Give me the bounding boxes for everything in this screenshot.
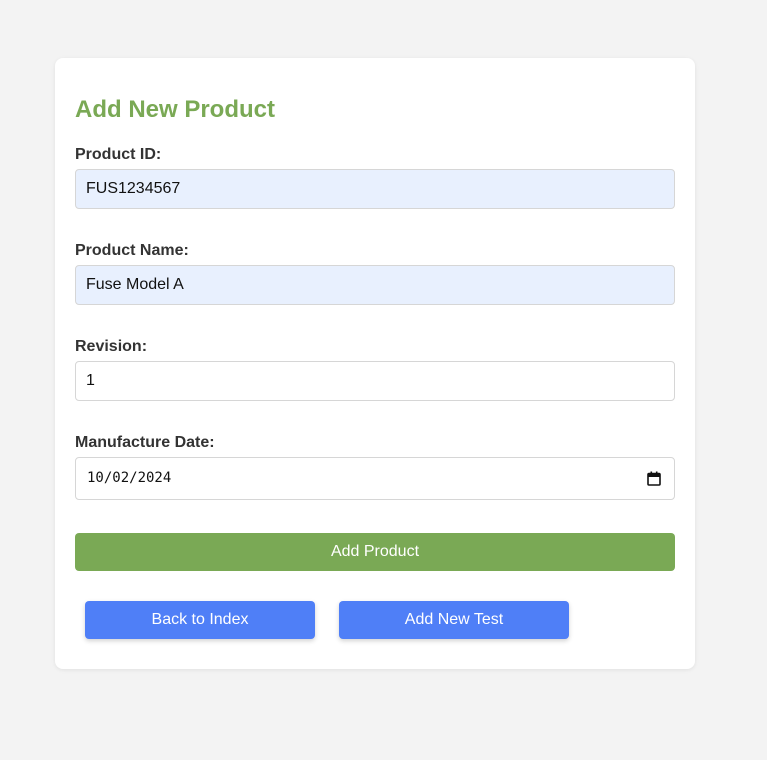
- revision-input[interactable]: [75, 361, 675, 401]
- add-new-test-button[interactable]: Add New Test: [339, 601, 569, 639]
- manufacture-date-value: 10/02/2024: [87, 470, 172, 486]
- product-id-input[interactable]: [75, 169, 675, 209]
- calendar-icon[interactable]: [647, 471, 661, 486]
- product-id-label: Product ID:: [75, 146, 162, 163]
- manufacture-date-label: Manufacture Date:: [75, 434, 215, 451]
- revision-label: Revision:: [75, 338, 148, 355]
- manufacture-date-input[interactable]: 10/02/2024: [75, 457, 675, 500]
- back-to-index-button[interactable]: Back to Index: [85, 601, 315, 639]
- add-product-card: Add New Product Product ID: Product Name…: [55, 58, 695, 669]
- product-name-input[interactable]: [75, 265, 675, 305]
- page-title: Add New Product: [75, 96, 276, 123]
- product-name-label: Product Name:: [75, 242, 189, 259]
- add-product-button[interactable]: Add Product: [75, 533, 675, 571]
